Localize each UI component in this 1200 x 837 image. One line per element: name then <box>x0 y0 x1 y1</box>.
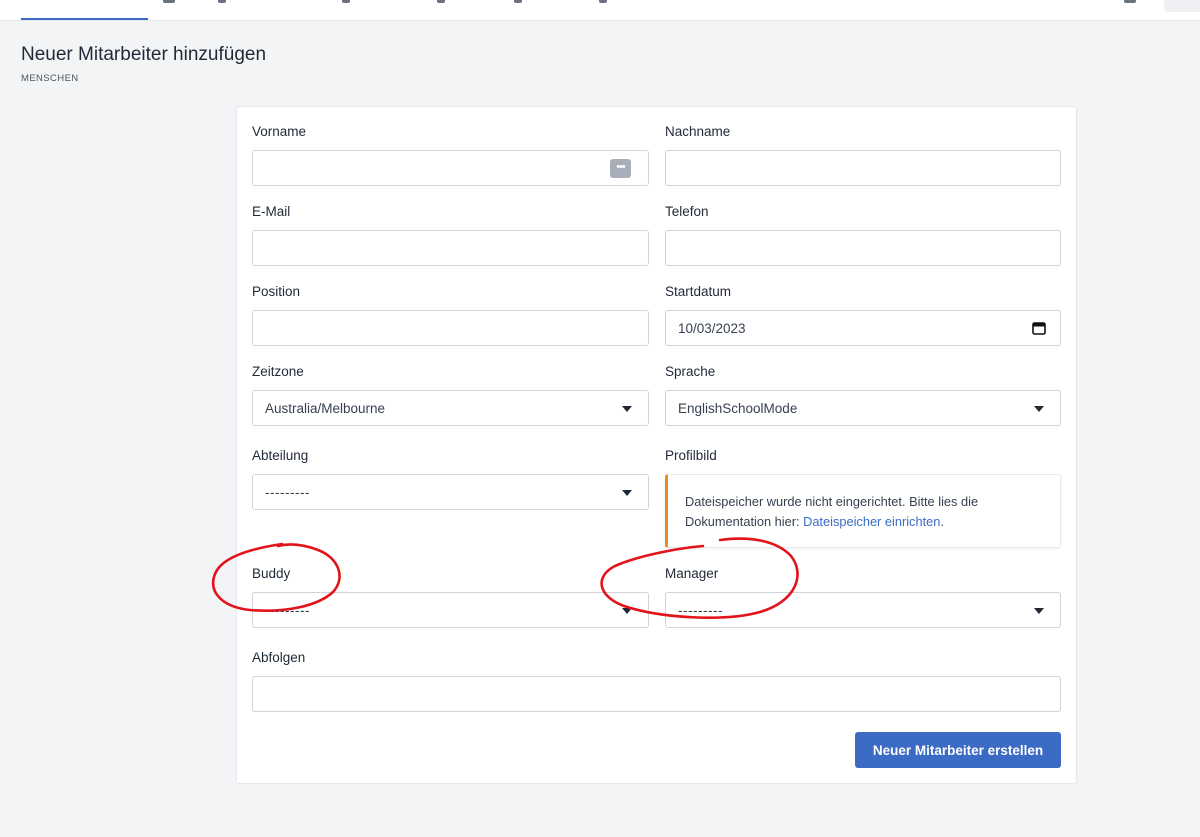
email-input[interactable] <box>252 230 649 266</box>
start-date-value: 10/03/2023 <box>678 320 746 336</box>
department-value: --------- <box>265 484 310 500</box>
last-name-input[interactable] <box>665 150 1061 186</box>
active-tab-indicator <box>21 18 148 20</box>
nav-item[interactable] <box>1124 0 1136 3</box>
position-input[interactable] <box>252 310 649 346</box>
start-date-input[interactable]: 10/03/2023 <box>665 310 1061 346</box>
department-select[interactable]: --------- <box>252 474 649 510</box>
breadcrumb: MENSCHEN <box>21 73 79 84</box>
manager-label: Manager <box>665 566 719 581</box>
first-name-label: Vorname <box>252 124 307 139</box>
position-label: Position <box>252 284 301 299</box>
nav-item[interactable] <box>437 0 445 3</box>
phone-input[interactable] <box>665 230 1061 266</box>
buddy-label: Buddy <box>252 566 291 581</box>
chevron-down-icon <box>622 406 632 412</box>
create-employee-button[interactable]: Neuer Mitarbeiter erstellen <box>855 732 1061 768</box>
user-menu-button[interactable] <box>1164 0 1200 12</box>
timezone-label: Zeitzone <box>252 364 304 379</box>
chevron-down-icon <box>622 490 632 496</box>
buddy-select[interactable]: --------- <box>252 592 649 628</box>
password-manager-icon[interactable]: ••• <box>610 159 631 178</box>
nav-item[interactable] <box>514 0 522 3</box>
language-label: Sprache <box>665 364 716 379</box>
nav-item[interactable] <box>218 0 226 3</box>
email-label: E-Mail <box>252 204 291 219</box>
first-name-input[interactable]: ••• <box>252 150 649 186</box>
chevron-down-icon <box>1034 608 1044 614</box>
profile-picture-label: Profilbild <box>665 448 717 463</box>
chevron-down-icon <box>622 608 632 614</box>
top-navigation <box>0 0 1200 21</box>
sequences-label: Abfolgen <box>252 650 306 665</box>
manager-value: --------- <box>678 602 723 618</box>
manager-select[interactable]: --------- <box>665 592 1061 628</box>
timezone-value: Australia/Melbourne <box>265 400 386 416</box>
calendar-icon[interactable] <box>1032 321 1046 335</box>
phone-label: Telefon <box>665 204 709 219</box>
sequences-input[interactable] <box>252 676 1061 712</box>
chevron-down-icon <box>1034 406 1044 412</box>
language-value: EnglishSchoolMode <box>678 400 798 416</box>
timezone-select[interactable]: Australia/Melbourne <box>252 390 649 426</box>
buddy-value: --------- <box>265 602 310 618</box>
nav-item[interactable] <box>163 0 175 3</box>
last-name-label: Nachname <box>665 124 731 139</box>
nav-item[interactable] <box>342 0 350 3</box>
alert-end: . <box>940 514 944 529</box>
storage-setup-link[interactable]: Dateispeicher einrichten <box>803 514 940 529</box>
storage-warning-alert: Dateispeicher wurde nicht eingerichtet. … <box>665 474 1061 548</box>
start-date-label: Startdatum <box>665 284 732 299</box>
page-title: Neuer Mitarbeiter hinzufügen <box>21 44 267 65</box>
nav-item[interactable] <box>599 0 607 3</box>
department-label: Abteilung <box>252 448 309 463</box>
language-select[interactable]: EnglishSchoolMode <box>665 390 1061 426</box>
